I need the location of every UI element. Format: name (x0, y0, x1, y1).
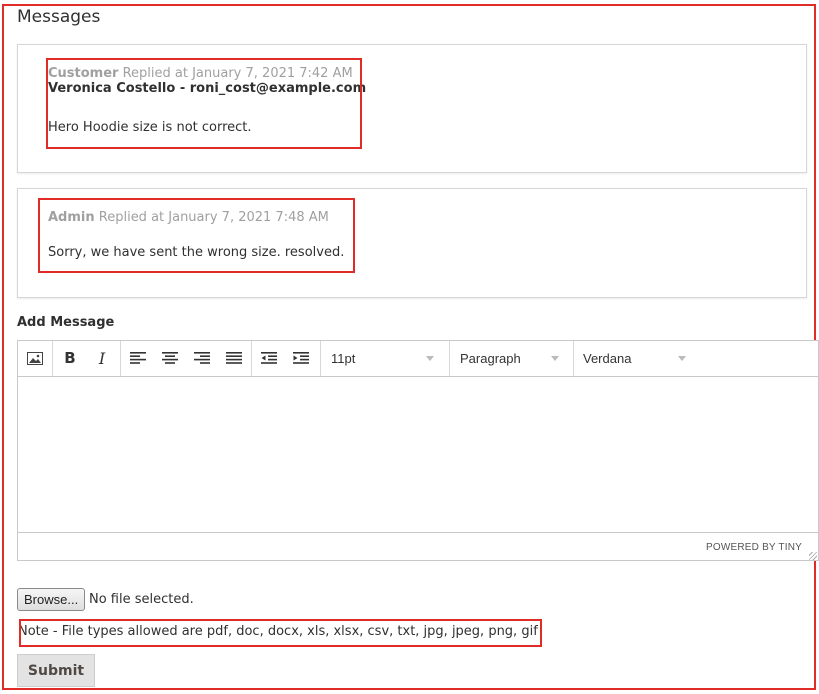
chevron-down-icon (678, 356, 686, 361)
highlight-box (46, 58, 362, 149)
align-justify-icon[interactable] (222, 347, 246, 369)
font-size-select[interactable]: 11pt (321, 341, 448, 376)
page-title: Messages (17, 7, 101, 27)
outdent-icon[interactable] (257, 347, 281, 369)
message-editor-area[interactable] (18, 377, 818, 533)
align-center-icon[interactable] (158, 347, 182, 369)
font-family-value: Verdana (583, 351, 632, 366)
resize-handle[interactable] (809, 552, 817, 560)
editor-statusbar: POWERED BY TINY (18, 533, 818, 561)
align-left-icon[interactable] (126, 347, 150, 369)
italic-icon[interactable]: I (90, 347, 114, 369)
file-status: No file selected. (89, 592, 194, 607)
font-family-select[interactable]: Verdana (573, 341, 700, 376)
chevron-down-icon (426, 356, 434, 361)
align-right-icon[interactable] (190, 347, 214, 369)
font-size-value: 11pt (331, 351, 356, 366)
submit-button[interactable]: Submit (17, 654, 95, 687)
chevron-down-icon (551, 356, 559, 361)
highlight-box (38, 198, 355, 273)
insert-image-icon[interactable] (23, 347, 47, 369)
indent-icon[interactable] (289, 347, 313, 369)
block-format-select[interactable]: Paragraph (450, 341, 573, 376)
browse-button[interactable]: Browse... (17, 588, 86, 611)
highlight-box (19, 619, 542, 647)
block-format-value: Paragraph (460, 351, 521, 366)
powered-by-link[interactable]: POWERED BY TINY (706, 542, 802, 553)
bold-icon[interactable]: B (58, 347, 82, 369)
rich-text-editor: B I 11pt Paragraph Verdana POWERED BY TI… (17, 340, 819, 561)
add-message-label: Add Message (17, 315, 115, 330)
editor-toolbar: B I 11pt Paragraph Verdana (18, 341, 818, 377)
